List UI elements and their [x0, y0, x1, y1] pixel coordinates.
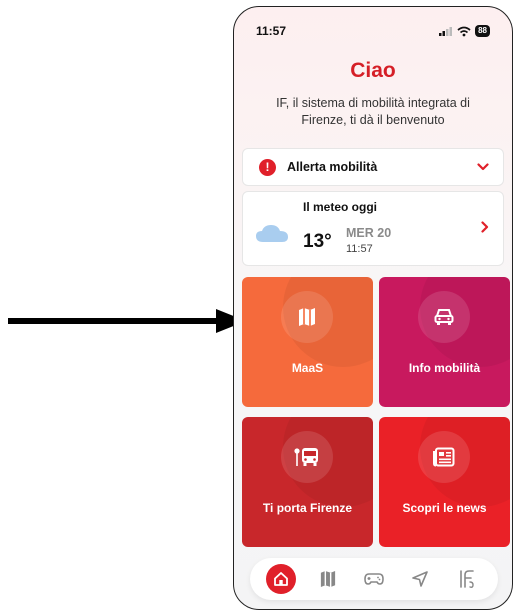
chevron-right-icon[interactable]	[481, 221, 489, 233]
welcome-subtitle: IF, il sistema di mobilità integrata di …	[276, 96, 470, 127]
tile-info-mobilita[interactable]: Info mobilità	[379, 277, 510, 407]
tile-maas[interactable]: MaaS	[242, 277, 373, 407]
home-icon	[274, 572, 289, 586]
tab-navigation[interactable]	[405, 564, 435, 594]
status-time: 11:57	[256, 24, 287, 38]
gamepad-icon	[364, 573, 384, 585]
battery-icon: 88	[475, 25, 490, 37]
greeting-title: Ciao	[350, 59, 396, 82]
tile-ti-porta-firenze[interactable]: Ti porta Firenze	[242, 417, 373, 547]
bus-stop-icon	[294, 448, 318, 466]
tile-scopri-le-news[interactable]: Scopri le news	[379, 417, 510, 547]
phone-screen: 11:57 88 Ciao IF, il sistema di mobilità…	[233, 6, 513, 610]
tab-if[interactable]	[452, 564, 482, 594]
car-icon	[434, 309, 454, 325]
status-icons: 88	[439, 25, 490, 37]
tile-icon-circle	[281, 291, 333, 343]
weather-temperature: 13°	[303, 231, 332, 252]
weather-day: MER 20	[346, 226, 392, 240]
navigation-icon	[412, 571, 429, 587]
weather-card[interactable]: Il meteo oggi 13° MER 20 11:57	[242, 191, 504, 266]
signal-icon	[439, 27, 453, 36]
alert-icon: !	[259, 158, 276, 176]
cloud-icon	[256, 225, 288, 242]
chevron-down-icon[interactable]	[477, 163, 489, 171]
tile-label: MaaS	[291, 361, 324, 375]
if-logo-icon	[459, 570, 474, 588]
map-icon	[299, 308, 315, 326]
tile-icon-circle	[418, 431, 470, 483]
alert-label: Allerta mobilità	[287, 160, 378, 174]
wifi-icon	[457, 26, 471, 36]
mobility-alert-card[interactable]: ! Allerta mobilità	[242, 148, 504, 186]
tab-map[interactable]	[313, 564, 343, 594]
tile-icon-circle	[281, 431, 333, 483]
status-bar: 11:57 88	[256, 21, 490, 41]
map-icon	[320, 571, 335, 587]
tile-label: Ti porta Firenze	[262, 501, 353, 515]
bottom-tab-bar	[250, 558, 498, 600]
tab-games[interactable]	[359, 564, 389, 594]
tile-icon-circle	[418, 291, 470, 343]
tile-label: Scopri le news	[402, 501, 487, 515]
weather-title: Il meteo oggi	[303, 200, 378, 214]
tile-label: Info mobilità	[408, 361, 481, 375]
weather-time: 11:57	[346, 243, 373, 255]
newspaper-icon	[433, 447, 455, 467]
tab-home[interactable]	[266, 564, 297, 594]
